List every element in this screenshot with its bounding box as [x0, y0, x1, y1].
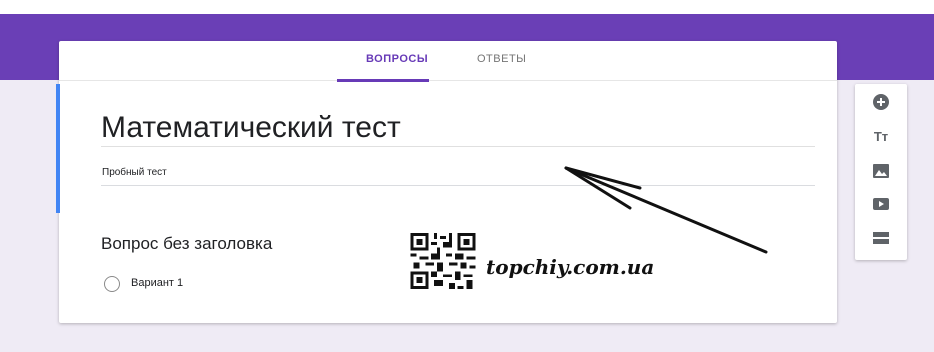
annotation-arrow-icon: [564, 166, 768, 254]
